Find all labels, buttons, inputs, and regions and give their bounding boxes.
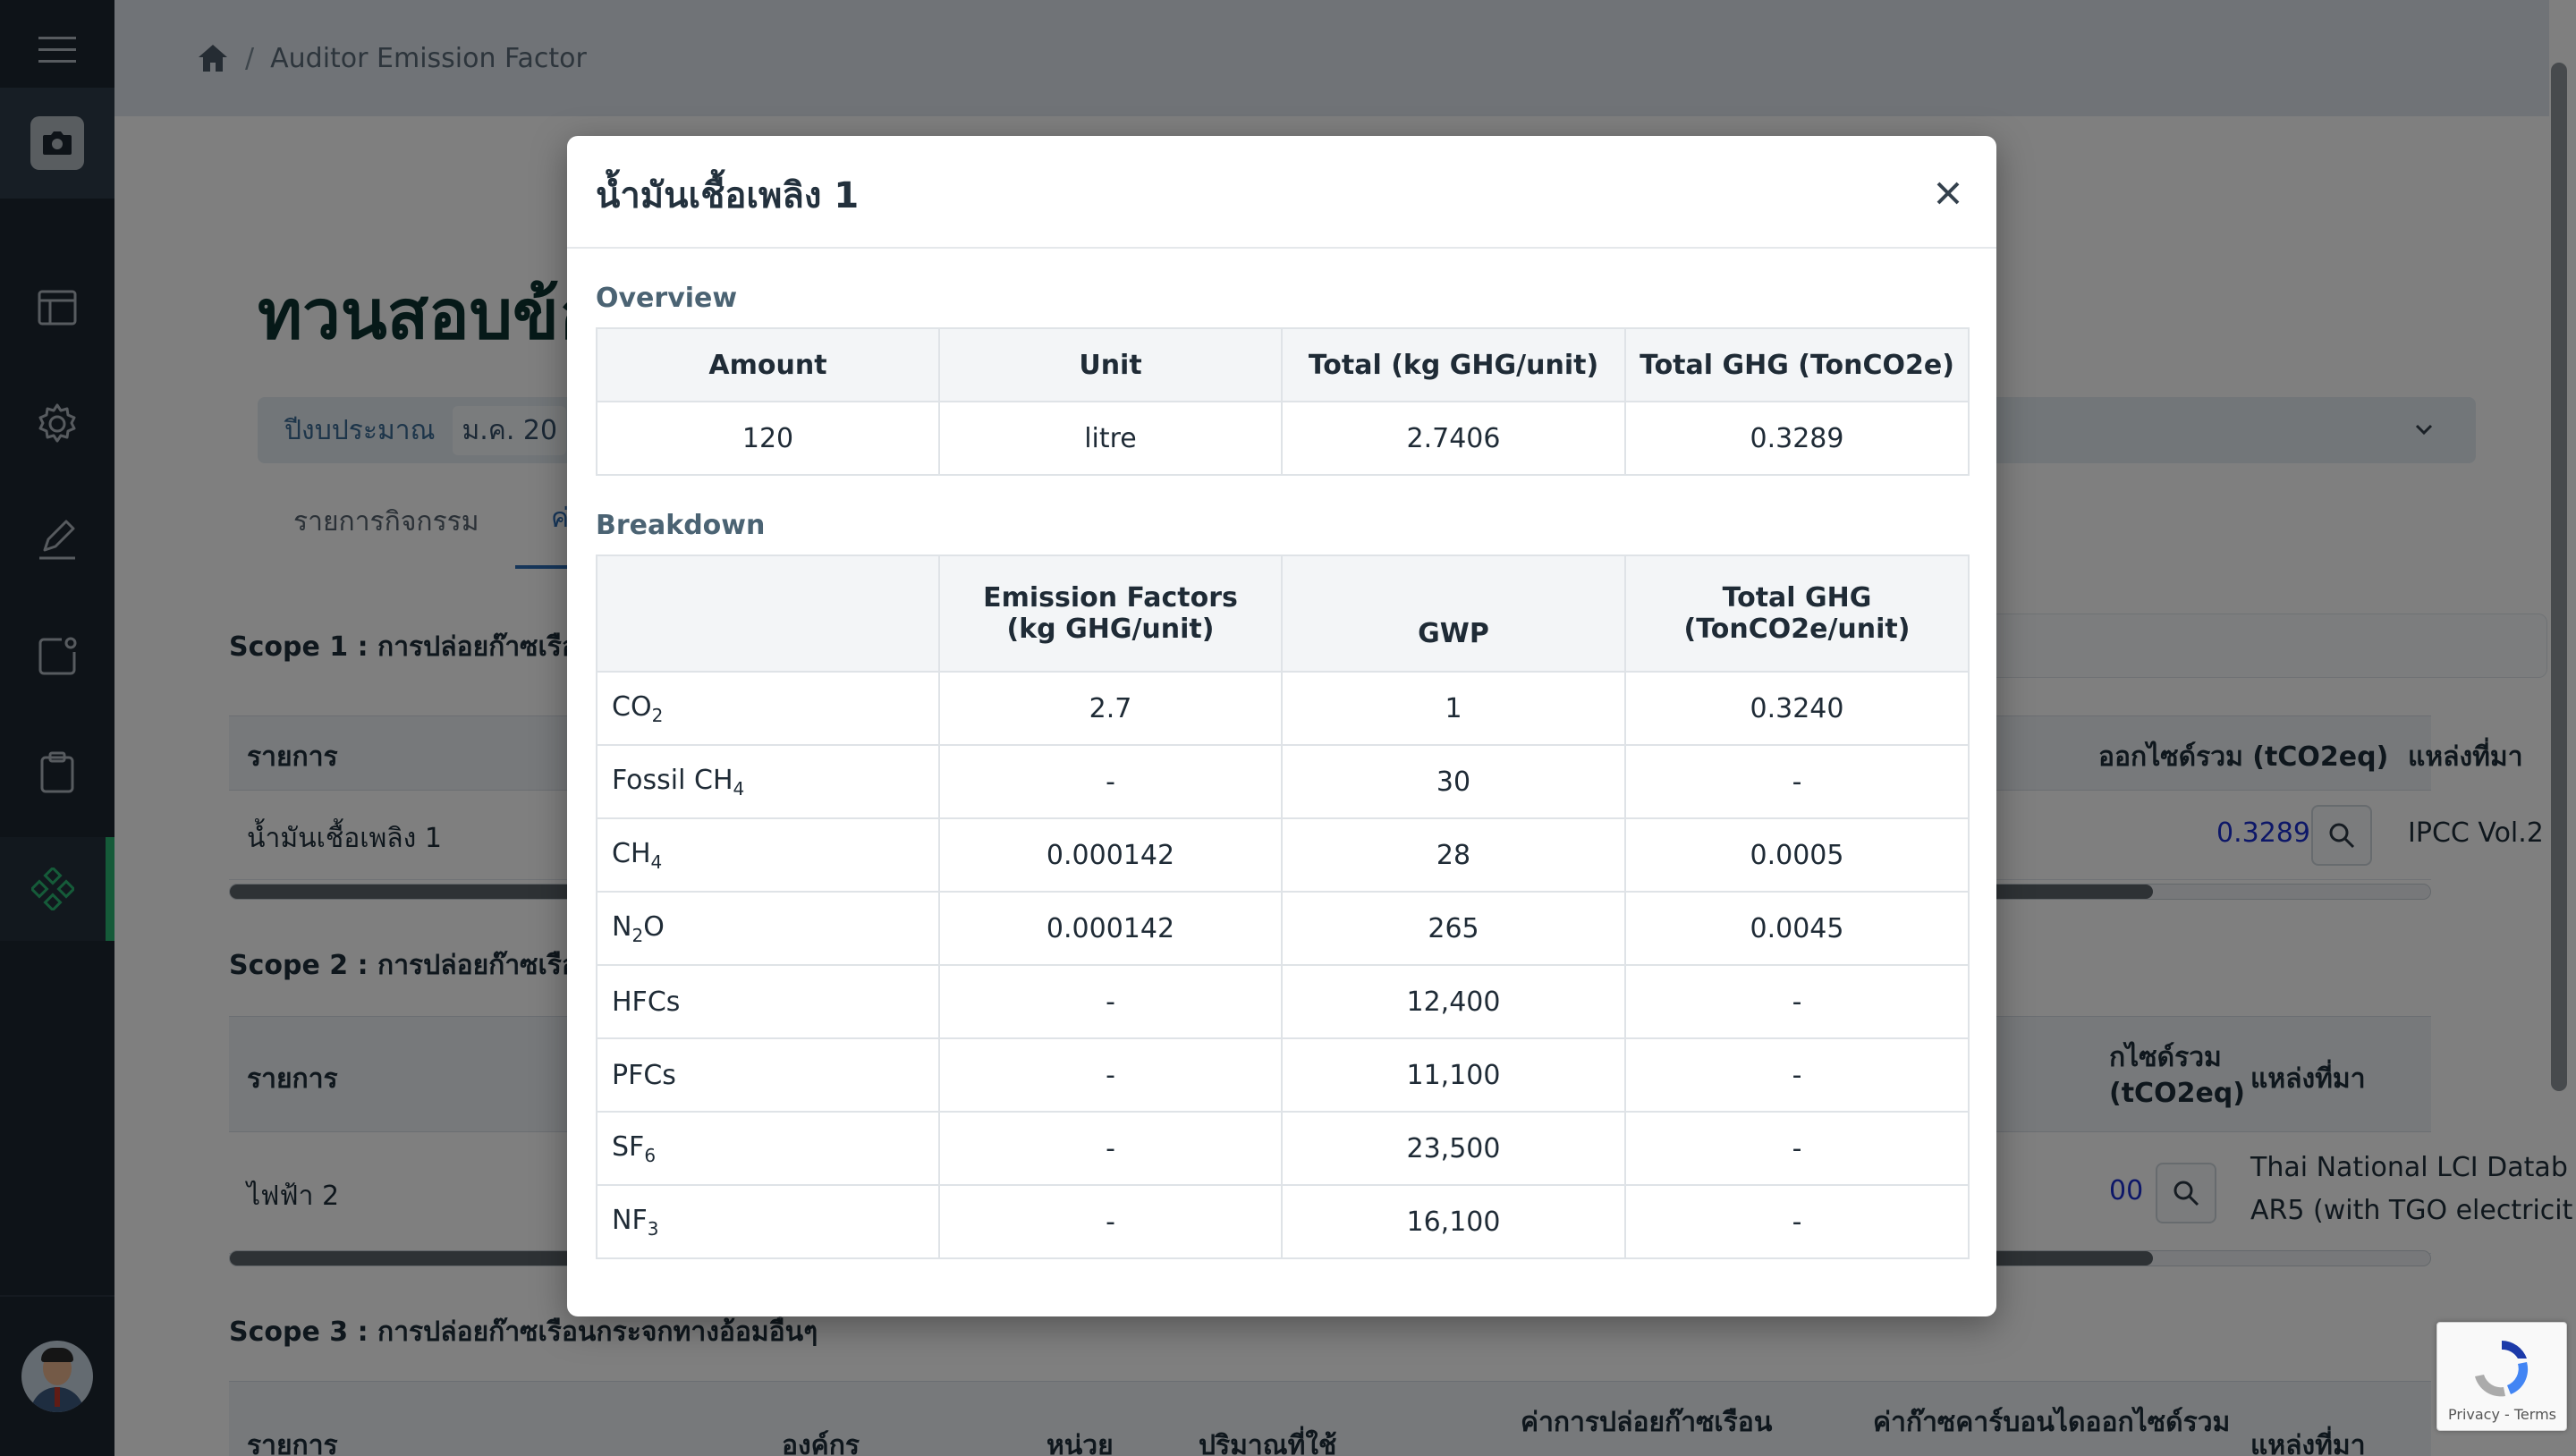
breakdown-ef: 2.7 — [938, 671, 1283, 746]
breakdown-ef: - — [938, 1184, 1283, 1259]
gas-name: HFCs — [612, 986, 681, 1018]
gas-subscript: 3 — [647, 1217, 659, 1240]
breakdown-ef: - — [938, 744, 1283, 819]
breakdown-gas: CO2 — [596, 671, 940, 746]
breakdown-ef: - — [938, 1111, 1283, 1186]
breakdown-gas: NF3 — [596, 1184, 940, 1259]
overview-col-unit: Unit — [938, 327, 1283, 402]
overview-table: Amount Unit Total (kg GHG/unit) Total GH… — [596, 327, 1970, 476]
breakdown-ef: 0.000142 — [938, 891, 1283, 966]
gas-name: SF — [612, 1130, 645, 1163]
breakdown-gwp: 11,100 — [1281, 1037, 1626, 1113]
overview-total-ton: 0.3289 — [1624, 401, 1970, 476]
table-row: NF3-16,100- — [596, 1184, 1970, 1259]
breakdown-total: - — [1624, 1184, 1970, 1259]
breakdown-gas: HFCs — [596, 964, 940, 1039]
gas-name: CO — [612, 690, 652, 723]
breakdown-total: - — [1624, 744, 1970, 819]
close-icon — [1936, 182, 1960, 205]
table-row: Fossil CH4-30- — [596, 744, 1970, 819]
breakdown-gas: PFCs — [596, 1037, 940, 1113]
breakdown-gas: Fossil CH4 — [596, 744, 940, 819]
breakdown-gwp: 16,100 — [1281, 1184, 1626, 1259]
breakdown-total: - — [1624, 1037, 1970, 1113]
breakdown-total: 0.0045 — [1624, 891, 1970, 966]
close-button[interactable] — [1923, 168, 1973, 218]
breakdown-label: Breakdown — [596, 510, 766, 541]
breakdown-total: 0.3240 — [1624, 671, 1970, 746]
breakdown-total: - — [1624, 964, 1970, 1039]
gas-subscript: 6 — [644, 1144, 657, 1166]
breakdown-ef: - — [938, 964, 1283, 1039]
gas-suffix: O — [643, 910, 665, 943]
table-row: HFCs -12,400- — [596, 964, 1970, 1039]
breakdown-gwp: 265 — [1281, 891, 1626, 966]
gas-subscript: 4 — [733, 777, 745, 800]
gas-name: NF — [612, 1204, 648, 1236]
recaptcha-badge[interactable]: Privacy - Terms — [2436, 1322, 2567, 1431]
breakdown-gwp: 23,500 — [1281, 1111, 1626, 1186]
gas-name: PFCs — [612, 1059, 676, 1091]
breakdown-total: - — [1624, 1111, 1970, 1186]
breakdown-gas: SF6 — [596, 1111, 940, 1186]
gas-name: N — [612, 910, 632, 943]
breakdown-gas: CH4 — [596, 817, 940, 893]
breakdown-gwp: 12,400 — [1281, 964, 1626, 1039]
breakdown-gas: N2O — [596, 891, 940, 966]
overview-col-amount: Amount — [596, 327, 940, 402]
breakdown-body: CO2 2.7 1 0.3240 Fossil CH4-30- CH4 0.000142 28… — [596, 671, 1970, 1259]
gas-subscript: 4 — [650, 851, 663, 873]
emission-detail-modal: น้ำมันเชื้อเพลิง 1 Overview Amount Unit … — [567, 136, 1996, 1316]
overview-label: Overview — [596, 283, 738, 314]
recaptcha-links[interactable]: Privacy - Terms — [2448, 1406, 2556, 1423]
overview-col-total-ton: Total GHG (TonCO2e) — [1624, 327, 1970, 402]
table-row: CO2 2.7 1 0.3240 — [596, 671, 1970, 746]
table-row: CH4 0.000142 28 0.0005 — [596, 817, 1970, 893]
overview-total-kg: 2.7406 — [1281, 401, 1626, 476]
overview-amount: 120 — [596, 401, 940, 476]
breakdown-ef: 0.000142 — [938, 817, 1283, 893]
breakdown-col-total: Total GHG (TonCO2e/unit) — [1624, 554, 1970, 673]
breakdown-col-ef: Emission Factors (kg GHG/unit) — [938, 554, 1283, 673]
overview-header-row: Amount Unit Total (kg GHG/unit) Total GH… — [596, 327, 1970, 402]
table-row: PFCs -11,100- — [596, 1037, 1970, 1113]
gas-subscript: 2 — [631, 924, 644, 946]
table-row: N2O 0.000142 265 0.0045 — [596, 891, 1970, 966]
gas-subscript: 2 — [651, 704, 664, 726]
breakdown-table: Emission Factors (kg GHG/unit) GWP Total… — [596, 554, 1970, 1259]
gas-name: Fossil CH — [612, 764, 733, 796]
modal-header: น้ำมันเชื้อเพลิง 1 — [567, 136, 1996, 249]
modal-title: น้ำมันเชื้อเพลิง 1 — [596, 175, 860, 216]
breakdown-total: 0.0005 — [1624, 817, 1970, 893]
breakdown-gwp: 1 — [1281, 671, 1626, 746]
overview-unit: litre — [938, 401, 1283, 476]
breakdown-ef: - — [938, 1037, 1283, 1113]
breakdown-header-row: Emission Factors (kg GHG/unit) GWP Total… — [596, 554, 1970, 673]
table-row: SF6-23,500- — [596, 1111, 1970, 1186]
breakdown-col-gwp: GWP — [1281, 554, 1626, 673]
gas-name: CH — [612, 837, 651, 869]
recaptcha-icon — [2475, 1341, 2529, 1397]
table-row: 120 litre 2.7406 0.3289 — [596, 401, 1970, 476]
overview-col-total-kg: Total (kg GHG/unit) — [1281, 327, 1626, 402]
breakdown-gwp: 30 — [1281, 744, 1626, 819]
breakdown-gwp: 28 — [1281, 817, 1626, 893]
breakdown-col-gas — [596, 554, 940, 673]
